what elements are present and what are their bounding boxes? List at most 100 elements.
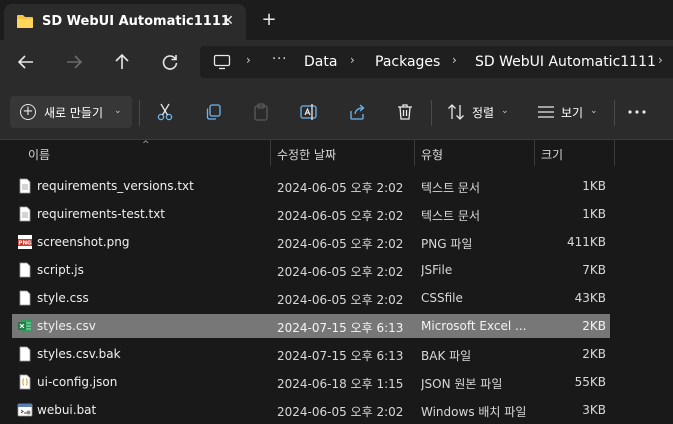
breadcrumb-sd-webui[interactable]: SD WebUI Automatic1111	[475, 54, 656, 70]
folder-icon	[17, 15, 33, 28]
file-row[interactable]: ui-config.json 2024-06-18 오후 1:15 JSON 원…	[12, 370, 610, 394]
file-name: styles.csv	[37, 319, 96, 333]
file-row-selected[interactable]: styles.csv 2024-07-15 오후 6:13 Microsoft …	[12, 314, 610, 338]
file-type: 텍스트 문서	[421, 181, 481, 195]
file-name: script.js	[37, 263, 84, 277]
file-type: Microsoft Excel ...	[421, 319, 526, 333]
command-bar: + 새로 만들기 ⌄ 정렬 ⌄ 보기 ⌄	[0, 84, 673, 140]
refresh-icon[interactable]	[158, 50, 182, 74]
sort-button[interactable]: 정렬 ⌄	[444, 98, 516, 126]
column-type[interactable]: 유형	[415, 140, 534, 166]
address-bar[interactable]: › ··· Data › Packages › SD WebUI Automat…	[200, 46, 673, 78]
file-row[interactable]: webui.bat 2024-06-05 오후 2:02 Windows 배치 …	[12, 398, 610, 422]
new-item-label: 새로 만들기	[44, 106, 104, 120]
column-date-modified[interactable]: 수정한 날짜	[271, 140, 414, 166]
blank-file-icon	[19, 290, 31, 306]
file-size: 1KB	[582, 207, 606, 221]
file-row[interactable]: requirements_versions.txt 2024-06-05 오후 …	[12, 174, 610, 198]
share-icon[interactable]	[347, 102, 367, 122]
forward-arrow-icon[interactable]	[62, 50, 86, 74]
chevron-down-icon: ⌄	[114, 106, 122, 116]
file-type: JSON 원본 파일	[421, 377, 503, 391]
view-label: 보기	[561, 106, 584, 120]
breadcrumb-separator-icon: ›	[452, 53, 457, 67]
file-type: CSSfile	[421, 291, 463, 305]
file-row[interactable]: requirements-test.txt 2024-06-05 오후 2:02…	[12, 202, 610, 226]
file-type: BAK 파일	[421, 349, 472, 363]
breadcrumb-separator-icon[interactable]: ›	[658, 53, 663, 67]
copy-icon[interactable]	[203, 102, 223, 122]
text-file-icon	[19, 178, 31, 194]
breadcrumb-separator-icon: ›	[246, 53, 251, 67]
json-file-icon	[19, 374, 31, 390]
delete-icon[interactable]	[395, 102, 415, 122]
file-size: 43KB	[574, 291, 606, 305]
tab-bar: SD WebUI Automatic1111 ✕ +	[0, 0, 673, 40]
file-type: Windows 배치 파일	[421, 405, 526, 419]
column-size[interactable]: 크기	[535, 140, 614, 166]
rename-icon[interactable]	[299, 102, 319, 122]
file-size: 2KB	[582, 319, 606, 333]
divider	[614, 100, 615, 126]
breadcrumb-separator-icon: ›	[350, 53, 355, 67]
column-divider[interactable]	[614, 140, 615, 166]
file-name: styles.csv.bak	[37, 347, 121, 361]
column-type-label: 유형	[421, 148, 444, 162]
sort-label: 정렬	[472, 106, 495, 120]
tab-sd-webui[interactable]: SD WebUI Automatic1111 ✕	[4, 4, 246, 40]
column-name-label: 이름	[28, 148, 51, 162]
file-date: 2024-06-05 오후 2:02	[277, 405, 404, 419]
column-date-label: 수정한 날짜	[277, 148, 337, 162]
file-size: 411KB	[566, 235, 606, 249]
file-type: PNG 파일	[421, 237, 473, 251]
breadcrumb-data[interactable]: Data	[304, 54, 337, 70]
back-arrow-icon[interactable]	[14, 50, 38, 74]
file-date: 2024-07-15 오후 6:13	[277, 349, 404, 363]
file-name: ui-config.json	[37, 375, 118, 389]
batch-file-icon	[17, 403, 33, 417]
divider	[139, 100, 140, 126]
svg-text:PNG: PNG	[18, 241, 32, 247]
new-item-button[interactable]: + 새로 만들기 ⌄	[10, 96, 132, 128]
chevron-down-icon: ⌄	[501, 106, 509, 116]
text-file-icon	[19, 206, 31, 222]
file-name: requirements_versions.txt	[37, 179, 194, 193]
file-date: 2024-06-05 오후 2:02	[277, 181, 404, 195]
new-tab-button[interactable]: +	[258, 9, 280, 31]
cut-icon[interactable]	[155, 102, 175, 122]
file-size: 7KB	[582, 263, 606, 277]
plus-circle-icon: +	[20, 104, 36, 120]
file-size: 2KB	[582, 347, 606, 361]
file-type: JSFile	[421, 263, 453, 277]
paste-icon[interactable]	[251, 102, 271, 122]
file-date: 2024-06-18 오후 1:15	[277, 377, 404, 391]
breadcrumb-packages[interactable]: Packages	[375, 54, 440, 70]
hidden-crumbs-button[interactable]: ···	[272, 52, 287, 67]
png-file-icon: PNG	[18, 235, 32, 249]
file-row[interactable]: script.js 2024-06-05 오후 2:02 JSFile 7KB	[12, 258, 610, 282]
chevron-down-icon: ⌄	[590, 106, 598, 116]
up-arrow-icon[interactable]	[110, 50, 134, 74]
file-date: 2024-06-05 오후 2:02	[277, 209, 404, 223]
excel-file-icon	[18, 320, 32, 332]
more-options-icon[interactable]	[622, 102, 652, 122]
file-row[interactable]: PNG screenshot.png 2024-06-05 오후 2:02 PN…	[12, 230, 610, 254]
file-type: 텍스트 문서	[421, 209, 481, 223]
file-name: screenshot.png	[37, 235, 130, 249]
file-name: style.css	[37, 291, 89, 305]
view-list-icon	[538, 106, 554, 118]
divider	[431, 100, 432, 126]
file-name: requirements-test.txt	[37, 207, 165, 221]
file-row[interactable]: styles.csv.bak 2024-07-15 오후 6:13 BAK 파일…	[12, 342, 610, 366]
sort-icon	[448, 104, 464, 120]
file-size: 1KB	[582, 179, 606, 193]
blank-file-icon	[19, 346, 31, 362]
column-name[interactable]: 이름	[22, 140, 270, 166]
view-button[interactable]: 보기 ⌄	[534, 98, 606, 126]
column-header: ^ 이름 수정한 날짜 유형 크기	[0, 140, 673, 166]
file-row[interactable]: style.css 2024-06-05 오후 2:02 CSSfile 43K…	[12, 286, 610, 310]
file-date: 2024-06-05 오후 2:02	[277, 237, 404, 251]
close-tab-icon[interactable]: ✕	[218, 11, 238, 31]
computer-icon	[213, 54, 231, 70]
file-size: 3KB	[582, 403, 606, 417]
